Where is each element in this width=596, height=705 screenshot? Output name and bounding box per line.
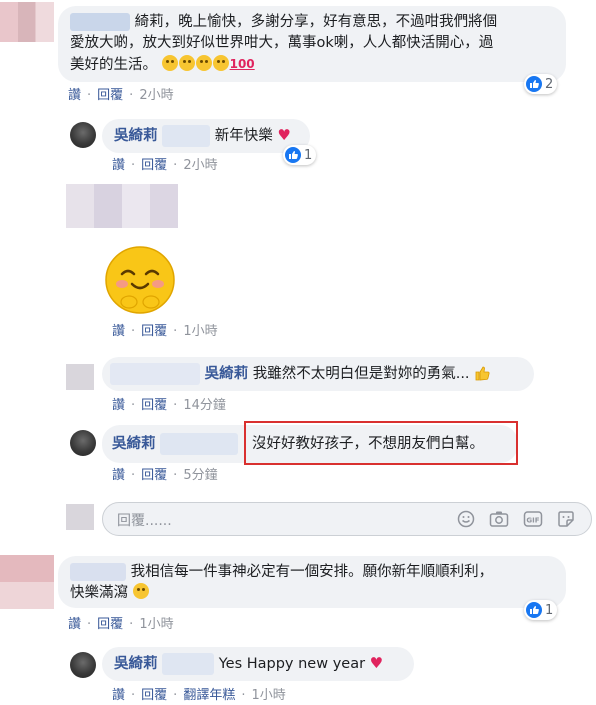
avatar-blurred [66,504,94,530]
avatar[interactable] [70,652,96,678]
name-blurred [162,125,211,147]
comment-text-line-2: 愛放大啲，放大到好似世界咁大，萬事ok喇，人人都快活開心，過 [70,35,494,51]
reply-bubble: 吳綺莉 Yes Happy new year ♥ [102,647,414,681]
avatar[interactable] [70,122,96,148]
comment-text-line-3: 美好的生活。 [70,57,157,73]
comment-time[interactable]: 5分鐘 [183,468,217,483]
like-button[interactable]: 讚 [112,324,125,339]
reply-text: Yes Happy new year [218,656,366,672]
reply-button[interactable]: 回覆 [141,688,167,703]
reply-bubble: 吳綺莉 我雖然不太明白但是對妳的勇氣... [102,357,534,391]
reply-button[interactable]: 回覆 [141,398,167,413]
like-button[interactable]: 讚 [112,398,125,413]
commenter-name[interactable]: 吳綺莉 [114,656,158,672]
reply-actions: 讚 · 回覆 · 5分鐘 [112,468,218,483]
comment-time[interactable]: 1小時 [139,617,173,632]
smile-icon[interactable] [457,510,475,532]
reply-button[interactable]: 回覆 [141,158,167,173]
avatar-blurred [0,555,54,609]
laughing-emoji-icon [161,55,178,71]
comment-time[interactable]: 1小時 [183,324,217,339]
reply-button[interactable]: 回覆 [141,468,167,483]
avatar-blurred [0,2,54,42]
comment-text-line-2: 快樂滿瀉 [70,585,128,601]
reply-bubble: 吳綺莉 新年快樂 ♥ [102,119,310,153]
translate-button[interactable]: 翻譯年糕 [183,688,235,703]
smiley-sticker [102,240,178,316]
reaction-count[interactable]: 1 [283,145,317,165]
comment-bubble: 我相信每一件事神必定有一個安排。願你新年順順利利， 快樂滿瀉 [58,556,566,608]
sticker-icon[interactable] [557,510,575,532]
hundred-points-icon: 100 [229,57,255,71]
commenter-name-blurred [70,563,126,581]
svg-text:GIF: GIF [526,517,539,525]
avatar-blurred [66,364,94,390]
comment-actions: 讚 · 回覆 · 2小時 [68,88,174,103]
reply-text: 沒好好教好孩子，不想朋友們白幫。 [252,436,484,452]
avatar-blurred [66,184,178,228]
like-button[interactable]: 讚 [112,468,125,483]
like-button[interactable]: 讚 [112,158,125,173]
smiling-emoji-icon [132,583,149,599]
commenter-name[interactable]: 吳綺莉 [112,436,156,452]
reply-input[interactable]: 回覆...... GIF [102,502,592,536]
comment-text-line-1: 我相信每一件事神必定有一個安排。願你新年順順利利， [130,564,494,580]
reply-actions: 讚 · 回覆 · 2小時 [112,158,218,173]
heart-icon: ♥ [369,654,384,672]
reply-actions: 讚 · 回覆 · 翻譯年糕 · 1小時 [112,688,286,703]
like-button[interactable]: 讚 [68,617,81,632]
laughing-emoji-icon [212,55,229,71]
name-blurred [162,653,215,675]
thumbs-up-icon [474,365,490,381]
reaction-count[interactable]: 2 [524,74,558,94]
reply-button[interactable]: 回覆 [97,88,123,103]
comment-time[interactable]: 1小時 [251,688,285,703]
mentioned-name[interactable]: 吳綺莉 [205,366,249,382]
comment-time[interactable]: 14分鐘 [183,398,226,413]
reply-text: 新年快樂 [214,128,273,144]
commenter-name-blurred [70,13,130,31]
heart-icon: ♥ [277,126,291,144]
reply-input-placeholder: 回覆...... [117,513,172,529]
reply-text: 我雖然不太明白但是對妳的勇氣... [252,366,470,382]
comment-actions: 讚 · 回覆 · 1小時 [68,617,174,632]
like-button[interactable]: 讚 [112,688,125,703]
laughing-emoji-icon [178,55,195,71]
comment-actions: 讚 · 回覆 · 1小時 [112,324,218,339]
like-icon [526,76,542,92]
commenter-name[interactable]: 吳綺莉 [114,128,158,144]
like-button[interactable]: 讚 [68,88,81,103]
name-blurred [160,433,239,455]
like-icon [526,602,542,618]
comment-bubble: 綺莉，晚上愉快，多謝分享，好有意思，不過咁我們將個 愛放大啲，放大到好似世界咁大… [58,6,566,82]
like-icon [285,147,301,163]
laughing-emoji-icon [195,55,212,71]
comment-time[interactable]: 2小時 [139,88,173,103]
comment-time[interactable]: 2小時 [183,158,217,173]
reply-button[interactable]: 回覆 [97,617,123,632]
reaction-count[interactable]: 1 [524,600,558,620]
comment-text-line-1: 綺莉，晚上愉快，多謝分享，好有意思，不過咁我們將個 [134,14,498,30]
reply-button[interactable]: 回覆 [141,324,167,339]
avatar[interactable] [70,430,96,456]
gif-icon[interactable]: GIF [523,510,543,532]
commenter-name-blurred [110,363,200,385]
reply-actions: 讚 · 回覆 · 14分鐘 [112,398,226,413]
camera-icon[interactable] [489,510,509,532]
